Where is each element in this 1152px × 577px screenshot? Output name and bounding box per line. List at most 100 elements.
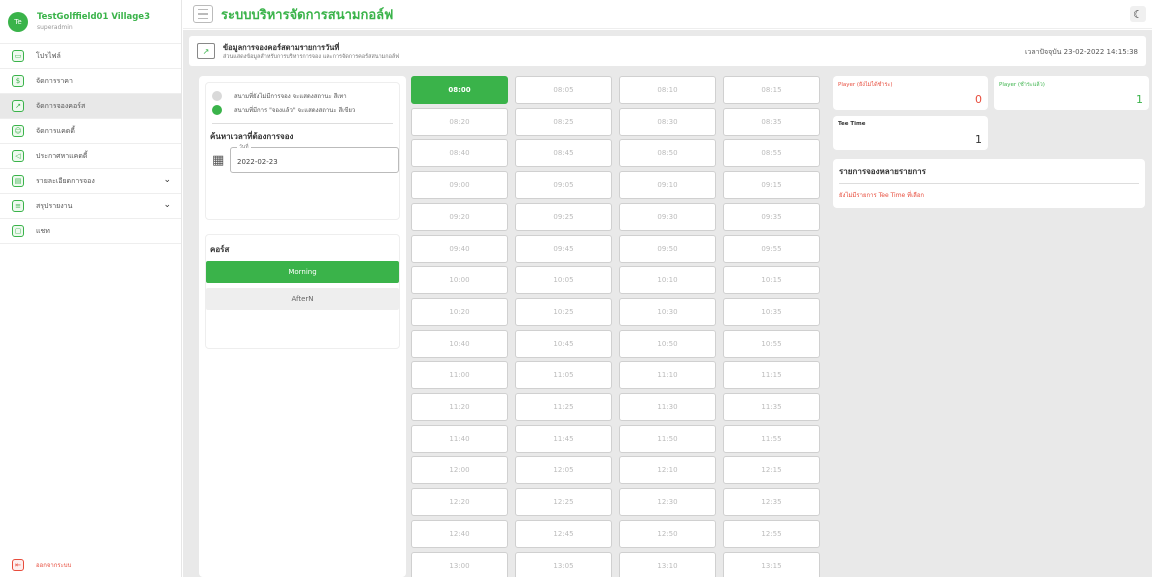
current-time: เวลาปัจจุบัน 23-02-2022 14:15:38 bbox=[1025, 48, 1138, 56]
time-slot-button[interactable]: 11:25 bbox=[515, 393, 612, 421]
time-slot-button[interactable]: 12:15 bbox=[723, 456, 820, 485]
sidebar-item-7[interactable]: ▢ แชท bbox=[0, 219, 181, 244]
user-profile[interactable]: Te TestGolffield01 Village3 superadmin bbox=[0, 0, 181, 44]
time-slot-button[interactable]: 10:40 bbox=[411, 329, 508, 358]
time-slot-button[interactable]: 10:05 bbox=[515, 266, 612, 295]
chevron-down-icon[interactable]: ⌄ bbox=[163, 200, 171, 210]
time-slot-button[interactable]: 10:35 bbox=[723, 297, 820, 326]
avatar: Te bbox=[8, 11, 28, 32]
time-slot-button[interactable]: 13:15 bbox=[723, 551, 820, 577]
time-slot-button[interactable]: 13:00 bbox=[411, 551, 508, 577]
menu-toggle-icon[interactable] bbox=[193, 5, 213, 23]
time-slot-button[interactable]: 11:55 bbox=[723, 424, 820, 453]
time-slot-button[interactable]: 10:45 bbox=[515, 329, 612, 358]
dark-mode-icon[interactable]: ☾ bbox=[1130, 6, 1146, 22]
time-slot-button[interactable]: 08:40 bbox=[411, 139, 508, 168]
sidebar-menu: ▭ โปรไฟล์ $ จัดการราคา ↗ จัดการจองคอร์ส ☺ จัดกา… bbox=[0, 44, 181, 244]
time-slot-button[interactable]: 10:50 bbox=[619, 329, 716, 358]
time-slot-button[interactable]: 09:35 bbox=[723, 202, 820, 231]
time-slot-button[interactable]: 12:55 bbox=[723, 519, 820, 548]
time-slot-button[interactable]: 10:20 bbox=[411, 297, 508, 326]
course-morning-button[interactable]: Morning bbox=[206, 261, 399, 283]
legend-booked: สนามที่มีการ "จองแล้ว" จะแสดงสถานะ สีเขี… bbox=[206, 103, 399, 117]
time-slot-button[interactable]: 09:05 bbox=[515, 171, 612, 200]
time-slot-button[interactable]: 08:10 bbox=[619, 76, 716, 104]
time-slot-button[interactable]: 12:10 bbox=[619, 456, 716, 485]
sidebar-item-3[interactable]: ☺ จัดการแคดดี้ bbox=[0, 119, 181, 144]
unpaid-players-card: Player (ยังไม่ได้ชำระ) 0 bbox=[833, 76, 988, 110]
legend-box: สนามที่ยังไม่มีการจอง จะแสดงสถานะ สีเทา … bbox=[205, 82, 400, 220]
time-slot-button[interactable]: 09:15 bbox=[723, 171, 820, 200]
booking-list-card: รายการจองหลายรายการ ยังไม่มีรายการ Tee T… bbox=[833, 159, 1145, 208]
sidebar-item-4[interactable]: ◁ ประกาศหาแคดดี้ bbox=[0, 144, 181, 169]
chat-icon: ▢ bbox=[12, 225, 24, 237]
time-slot-button[interactable]: 09:00 bbox=[411, 171, 508, 200]
time-slot-button[interactable]: 08:00 bbox=[411, 76, 508, 104]
time-slot-button[interactable]: 12:20 bbox=[411, 488, 508, 517]
green-status-icon bbox=[212, 105, 222, 115]
time-slot-button[interactable]: 08:20 bbox=[411, 107, 508, 136]
time-slot-button[interactable]: 09:50 bbox=[619, 234, 716, 263]
time-slot-button[interactable]: 13:05 bbox=[515, 551, 612, 577]
time-slot-button[interactable]: 09:25 bbox=[515, 202, 612, 231]
sidebar-item-1[interactable]: $ จัดการราคา bbox=[0, 69, 181, 94]
time-slot-button[interactable]: 09:45 bbox=[515, 234, 612, 263]
time-slot-button[interactable]: 11:50 bbox=[619, 424, 716, 453]
sidebar-item-5[interactable]: ▤ รายละเอียดการจอง ⌄ bbox=[0, 169, 181, 194]
time-slot-button[interactable]: 08:05 bbox=[515, 76, 612, 104]
time-slot-button[interactable]: 11:40 bbox=[411, 424, 508, 453]
chevron-down-icon[interactable]: ⌄ bbox=[163, 175, 171, 185]
time-slot-button[interactable]: 13:10 bbox=[619, 551, 716, 577]
time-slot-button[interactable]: 12:45 bbox=[515, 519, 612, 548]
calendar-icon[interactable]: ▦ bbox=[212, 153, 224, 168]
time-slot-button[interactable]: 12:50 bbox=[619, 519, 716, 548]
date-value: 2022-02-23 bbox=[237, 158, 278, 166]
time-slot-button[interactable]: 10:15 bbox=[723, 266, 820, 295]
time-slot-button[interactable]: 08:55 bbox=[723, 139, 820, 168]
time-slot-button[interactable]: 10:00 bbox=[411, 266, 508, 295]
time-slot-button[interactable]: 10:10 bbox=[619, 266, 716, 295]
time-slot-button[interactable]: 11:10 bbox=[619, 361, 716, 390]
time-slot-button[interactable]: 11:45 bbox=[515, 424, 612, 453]
time-slot-button[interactable]: 08:15 bbox=[723, 76, 820, 104]
time-slot-button[interactable]: 10:55 bbox=[723, 329, 820, 358]
logout-button[interactable]: ⇤ ออกจากระบบ bbox=[12, 559, 71, 571]
legend-not-booked: สนามที่ยังไม่มีการจอง จะแสดงสถานะ สีเทา bbox=[206, 89, 399, 103]
time-slot-button[interactable]: 12:05 bbox=[515, 456, 612, 485]
teetime-card: Tee Time 1 bbox=[833, 116, 988, 150]
sidebar-item-6[interactable]: ≡ สรุปรายงาน ⌄ bbox=[0, 194, 181, 219]
time-slot-button[interactable]: 12:00 bbox=[411, 456, 508, 485]
time-slot-button[interactable]: 11:05 bbox=[515, 361, 612, 390]
time-slot-button[interactable]: 11:35 bbox=[723, 393, 820, 421]
legend-booked-label: สนามที่มีการ "จองแล้ว" จะแสดงสถานะ สีเขี… bbox=[234, 107, 356, 114]
time-slot-button[interactable]: 09:20 bbox=[411, 202, 508, 231]
time-slot-button[interactable]: 08:45 bbox=[515, 139, 612, 168]
time-slot-button[interactable]: 08:30 bbox=[619, 107, 716, 136]
course-aftern-button[interactable]: AfterN bbox=[206, 288, 399, 310]
caddie-icon: ☺ bbox=[12, 125, 24, 137]
sidebar-item-label: จัดการจองคอร์ส bbox=[36, 101, 86, 110]
time-slot-button[interactable]: 10:25 bbox=[515, 297, 612, 326]
paid-players-card: Player (ชำระแล้ว) 1 bbox=[994, 76, 1149, 110]
sidebar-item-0[interactable]: ▭ โปรไฟล์ bbox=[0, 44, 181, 69]
time-slot-button[interactable]: 12:25 bbox=[515, 488, 612, 517]
time-slot-button[interactable]: 10:30 bbox=[619, 297, 716, 326]
time-slot-button[interactable]: 09:55 bbox=[723, 234, 820, 263]
sidebar-item-2[interactable]: ↗ จัดการจองคอร์ส bbox=[0, 94, 181, 119]
section-title: ข้อมูลการจองคอร์สตามรายการวันที่ bbox=[223, 42, 340, 52]
time-slot-button[interactable]: 09:30 bbox=[619, 202, 716, 231]
time-slot-button[interactable]: 11:20 bbox=[411, 393, 508, 421]
time-slot-button[interactable]: 11:00 bbox=[411, 361, 508, 390]
time-slot-button[interactable]: 08:50 bbox=[619, 139, 716, 168]
time-slot-button[interactable]: 08:35 bbox=[723, 107, 820, 136]
time-slot-button[interactable]: 12:35 bbox=[723, 488, 820, 517]
time-slot-button[interactable]: 11:15 bbox=[723, 361, 820, 390]
date-input[interactable]: วันที่ 2022-02-23 bbox=[230, 143, 399, 173]
time-slot-button[interactable]: 12:40 bbox=[411, 519, 508, 548]
time-slot-button[interactable]: 08:25 bbox=[515, 107, 612, 136]
time-slot-button[interactable]: 09:10 bbox=[619, 171, 716, 200]
sidebar-item-label: แชท bbox=[36, 226, 50, 235]
time-slot-button[interactable]: 12:30 bbox=[619, 488, 716, 517]
time-slot-button[interactable]: 09:40 bbox=[411, 234, 508, 263]
time-slot-button[interactable]: 11:30 bbox=[619, 393, 716, 421]
